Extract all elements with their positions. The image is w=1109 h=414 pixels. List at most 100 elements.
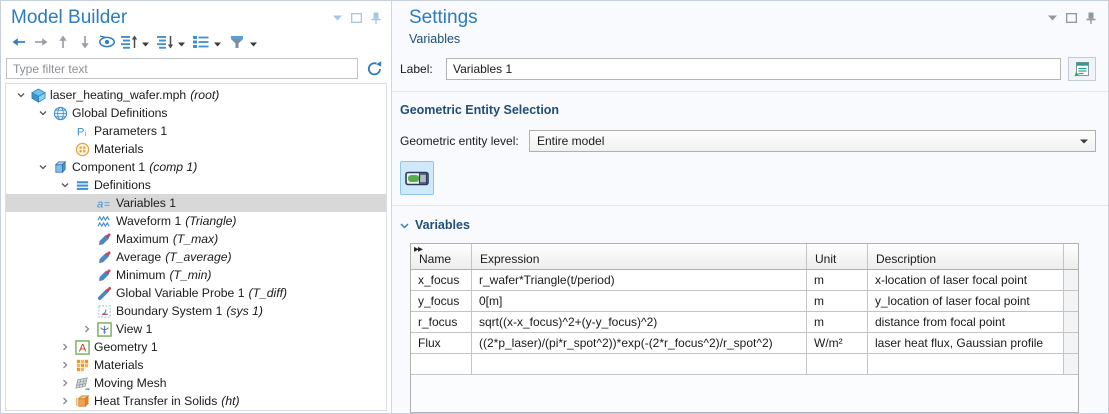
label-input[interactable] xyxy=(446,58,1061,80)
tree-item-materials[interactable]: Materials xyxy=(6,356,386,374)
column-header-name[interactable]: ▶▶Name xyxy=(411,244,472,269)
tree-item-variables-1[interactable]: a=Variables 1 xyxy=(6,194,386,212)
column-header-unit[interactable]: Unit xyxy=(807,244,868,269)
refresh-icon[interactable] xyxy=(363,58,385,79)
tree-item-definitions[interactable]: Definitions xyxy=(6,176,386,194)
cell-name[interactable]: y_focus xyxy=(411,291,472,311)
chevron-right-icon[interactable] xyxy=(56,396,73,406)
expand-all-button-dropdown[interactable] xyxy=(177,35,186,53)
pin-icon[interactable] xyxy=(1086,12,1096,24)
tree-item-view-1[interactable]: View 1 xyxy=(6,320,386,338)
cell-name[interactable]: x_focus xyxy=(411,270,472,290)
chevron-down-icon[interactable] xyxy=(34,162,51,172)
pin-icon[interactable] xyxy=(371,12,381,24)
cell-expression[interactable]: 0[m] xyxy=(472,291,807,311)
cell-expression[interactable]: ((2*p_laser)/(pi*r_spot^2))*exp(-(2*r_fo… xyxy=(472,333,807,353)
tree-item-label: View 1 xyxy=(116,322,152,336)
table-corner-icon[interactable]: ▶▶ xyxy=(414,245,422,253)
cell-description[interactable]: x-location of laser focal point xyxy=(868,270,1064,290)
tree-item-global-variable-probe-1[interactable]: Global Variable Probe 1(T_diff) xyxy=(6,284,386,302)
chevron-down-icon[interactable] xyxy=(1048,15,1057,21)
tree-item-laser-heating-wafer-mph[interactable]: laser_heating_wafer.mph(root) xyxy=(6,86,386,104)
tree-item-minimum[interactable]: Minimum(T_min) xyxy=(6,266,386,284)
cell-name[interactable] xyxy=(411,354,472,374)
variables-section-header[interactable]: Variables xyxy=(392,206,1108,234)
cell-name[interactable]: Flux xyxy=(411,333,472,353)
tree-item-tag: (sys 1) xyxy=(226,304,263,318)
expand-all-button[interactable] xyxy=(155,35,174,53)
cell-name[interactable]: r_focus xyxy=(411,312,472,332)
float-window-icon[interactable] xyxy=(351,13,362,23)
float-window-icon[interactable] xyxy=(1066,13,1077,23)
tree-item-label: Materials xyxy=(94,358,143,372)
active-selection-toggle-button[interactable] xyxy=(400,161,434,195)
cell-unit[interactable]: m xyxy=(807,270,868,290)
cell-description[interactable] xyxy=(868,354,1064,374)
filter-button[interactable] xyxy=(227,35,246,53)
collapse-all-button-dropdown[interactable] xyxy=(141,35,150,53)
tree-item-label: Waveform 1 xyxy=(116,214,181,228)
active-toggle-icon xyxy=(405,171,429,186)
chevron-down-icon[interactable] xyxy=(34,108,51,118)
move-up-button[interactable] xyxy=(53,35,72,53)
tree-item-materials[interactable]: Materials xyxy=(6,140,386,158)
cell-description[interactable]: laser heat flux, Gaussian profile xyxy=(868,333,1064,353)
filter-row xyxy=(1,55,391,79)
forward-button[interactable] xyxy=(31,35,50,53)
tree-item-heat-transfer-in-solids[interactable]: Heat Transfer in Solids(ht) xyxy=(6,392,386,410)
cell-unit[interactable] xyxy=(807,354,868,374)
chevron-right-icon[interactable] xyxy=(56,360,73,370)
cell-expression[interactable]: r_wafer*Triangle(t/period) xyxy=(472,270,807,290)
geometric-entity-level-select[interactable]: Entire model xyxy=(529,130,1096,152)
move-down-button[interactable] xyxy=(75,35,94,53)
table-row-flux[interactable]: Flux((2*p_laser)/(pi*r_spot^2))*exp(-(2*… xyxy=(411,333,1078,354)
cell-expression[interactable] xyxy=(472,354,807,374)
cell-unit[interactable]: m xyxy=(807,291,868,311)
collapse-all-button[interactable] xyxy=(119,35,138,53)
cell-unit[interactable]: m xyxy=(807,312,868,332)
svg-text:P: P xyxy=(76,126,84,138)
chevron-right-icon[interactable] xyxy=(56,378,73,388)
cell-expression[interactable]: sqrt((x-x_focus)^2+(y-y_focus)^2) xyxy=(472,312,807,332)
chevron-right-icon[interactable] xyxy=(78,324,95,334)
tree-item-global-definitions[interactable]: Global Definitions xyxy=(6,104,386,122)
model-tree-node-text-button-dropdown[interactable] xyxy=(213,35,222,53)
table-row-r-focus[interactable]: r_focussqrt((x-x_focus)^2+(y-y_focus)^2)… xyxy=(411,312,1078,333)
back-button[interactable] xyxy=(9,35,28,53)
chevron-down-icon[interactable] xyxy=(333,15,342,21)
settings-window-controls xyxy=(1048,12,1096,24)
moving-mesh-icon xyxy=(73,376,91,391)
tree-item-label: Variables 1 xyxy=(116,196,176,210)
tree-item-parameters-1[interactable]: PiParameters 1 xyxy=(6,122,386,140)
tree-item-waveform-1[interactable]: Waveform 1(Triangle) xyxy=(6,212,386,230)
tree-item-average[interactable]: Average(T_average) xyxy=(6,248,386,266)
column-header-description[interactable]: Description xyxy=(868,244,1064,269)
tree-item-label: Definitions xyxy=(94,178,151,192)
chevron-down-icon[interactable] xyxy=(56,180,73,190)
model-tree-node-text-button[interactable] xyxy=(191,35,210,53)
table-row-y-focus[interactable]: y_focus0[m]my_location of laser focal po… xyxy=(411,291,1078,312)
tree-item-label: Global Variable Probe 1 xyxy=(116,286,245,300)
tree-item-component-1[interactable]: Component 1(comp 1) xyxy=(6,158,386,176)
tree-item-boundary-system-1[interactable]: Boundary System 1(sys 1) xyxy=(6,302,386,320)
table-row-x-focus[interactable]: x_focusr_wafer*Triangle(t/period)mx-loca… xyxy=(411,270,1078,291)
column-header-expression[interactable]: Expression xyxy=(472,244,807,269)
cell-description[interactable]: distance from focal point xyxy=(868,312,1064,332)
rename-button[interactable] xyxy=(1068,57,1096,81)
tree-item-geometry-1[interactable]: AGeometry 1 xyxy=(6,338,386,356)
filter-button-dropdown[interactable] xyxy=(249,35,258,53)
cell-unit[interactable]: W/m² xyxy=(807,333,868,353)
tree-item-tag: (T_max) xyxy=(173,232,218,246)
table-row-empty[interactable] xyxy=(411,354,1078,375)
svg-text:A: A xyxy=(78,342,86,354)
model-tree: laser_heating_wafer.mph(root)Global Defi… xyxy=(5,83,387,411)
cell-description[interactable]: y_location of laser focal point xyxy=(868,291,1064,311)
chevron-down-icon[interactable] xyxy=(12,90,29,100)
tree-item-maximum[interactable]: Maximum(T_max) xyxy=(6,230,386,248)
chevron-right-icon[interactable] xyxy=(56,342,73,352)
tree-item-moving-mesh[interactable]: Moving Mesh xyxy=(6,374,386,392)
filter-input[interactable] xyxy=(6,58,358,79)
show-button[interactable] xyxy=(97,35,116,53)
global-probe-icon xyxy=(95,286,113,301)
arrow-left-icon xyxy=(11,34,27,55)
